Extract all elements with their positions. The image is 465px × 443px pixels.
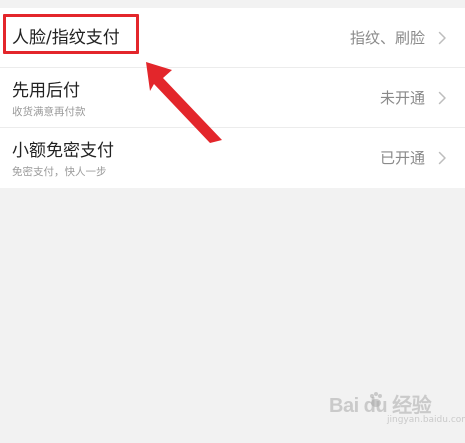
baidu-jingyan-watermark: Bai du 经验 jingyan.baidu.com — [321, 385, 465, 431]
small-password-free-pay-title: 小额免密支付 — [12, 141, 114, 161]
small-password-free-pay-value: 已开通 — [379, 149, 425, 167]
watermark-text: Bai du 经验 — [329, 395, 432, 417]
pay-later-title: 先用后付 — [12, 81, 80, 101]
small-password-free-pay-subtitle: 免密支付，快人一步 — [12, 166, 107, 178]
chevron-right-icon — [438, 151, 446, 165]
chevron-right-icon — [438, 91, 446, 105]
watermark-url: jingyan.baidu.com — [387, 415, 465, 425]
small-password-free-pay-row[interactable]: 小额免密支付 免密支付，快人一步 已开通 — [0, 128, 465, 188]
pay-later-value: 未开通 — [379, 89, 425, 107]
face-fingerprint-pay-value: 指纹、刷脸 — [349, 29, 425, 47]
highlight-box — [3, 14, 139, 54]
pay-later-row[interactable]: 先用后付 收货满意再付款 未开通 — [0, 68, 465, 128]
payment-settings-screen: 人脸/指纹支付 指纹、刷脸 先用后付 收货满意再付款 未开通 小额免密支付 免密… — [0, 0, 465, 443]
pay-later-subtitle: 收货满意再付款 — [12, 106, 86, 118]
chevron-right-icon — [438, 31, 446, 45]
